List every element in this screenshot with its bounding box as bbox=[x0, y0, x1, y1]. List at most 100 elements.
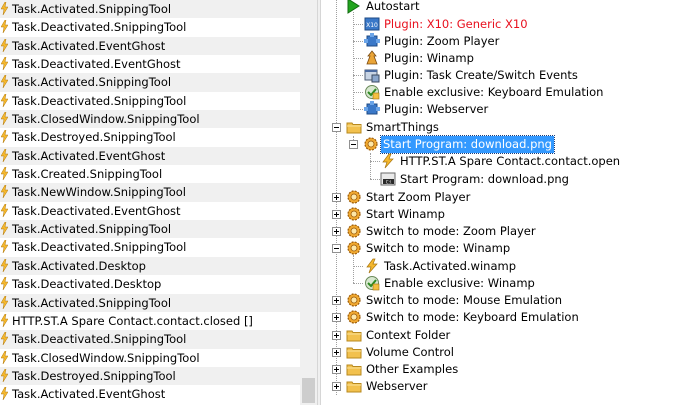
log-entry-text: Task.Deactivated.EventGhost bbox=[12, 57, 181, 72]
event-lightning-icon bbox=[1, 149, 8, 162]
log-entry-text: Task.Created.SnippingTool bbox=[12, 167, 163, 182]
collapse-toggle[interactable] bbox=[332, 123, 341, 132]
expand-toggle[interactable] bbox=[332, 313, 341, 322]
play-icon bbox=[345, 0, 361, 14]
macro-gear-icon bbox=[346, 309, 362, 325]
folder-icon bbox=[346, 378, 362, 394]
event-lightning-icon bbox=[1, 332, 8, 345]
log-entry-text: Task.Deactivated.SnippingTool bbox=[12, 20, 187, 35]
plugin-icon bbox=[364, 33, 380, 49]
log-entry-text: Task.Deactivated.Desktop bbox=[12, 277, 162, 292]
log-entry-text: Task.Destroyed.SnippingTool bbox=[12, 130, 176, 145]
log-entry[interactable]: Task.Activated.EventGhost bbox=[0, 385, 300, 404]
log-entry-text: Task.ClosedWindow.SnippingTool bbox=[12, 350, 200, 365]
log-entry-text: Task.Activated.EventGhost bbox=[12, 148, 166, 163]
folder-icon bbox=[346, 361, 362, 377]
event-lightning-icon bbox=[1, 351, 8, 364]
log-entry[interactable]: Task.NewWindow.SnippingTool bbox=[0, 183, 300, 202]
log-entry[interactable]: Task.Deactivated.SnippingTool bbox=[0, 238, 300, 257]
log-entry[interactable]: Task.Deactivated.SnippingTool bbox=[0, 18, 300, 37]
log-entry-text: Task.Deactivated.SnippingTool bbox=[12, 240, 187, 255]
log-entry[interactable]: Task.Activated.SnippingTool bbox=[0, 220, 300, 239]
log-entry[interactable]: Task.ClosedWindow.SnippingTool bbox=[0, 348, 300, 367]
log-entry[interactable]: HTTP.ST.A Spare Contact.contact.closed [… bbox=[0, 311, 300, 331]
expand-toggle[interactable] bbox=[332, 365, 341, 374]
log-entry[interactable]: Task.Destroyed.SnippingTool bbox=[0, 366, 300, 386]
log-entry[interactable]: Task.Destroyed.SnippingTool bbox=[0, 128, 300, 147]
event-lightning-icon bbox=[1, 369, 8, 382]
event-lightning-icon bbox=[1, 167, 8, 180]
event-lightning-icon bbox=[1, 39, 8, 52]
log-entry[interactable]: Task.Deactivated.SnippingTool bbox=[0, 91, 300, 111]
log-entry-text: Task.Activated.Desktop bbox=[12, 258, 146, 273]
event-lightning-icon bbox=[1, 185, 8, 198]
configuration-tree[interactable]: Autostart Plugin: X10: Generic X10 Plugi… bbox=[322, 0, 690, 405]
expand-toggle[interactable] bbox=[332, 331, 341, 340]
log-entry[interactable]: Task.Activated.EventGhost bbox=[0, 36, 300, 56]
winamp-icon bbox=[364, 50, 380, 66]
log-entry-text: Task.Activated.EventGhost bbox=[12, 38, 166, 53]
log-entry-text: Task.Activated.SnippingTool bbox=[12, 75, 172, 90]
event-lightning-icon bbox=[1, 387, 8, 400]
event-lightning-icon bbox=[364, 258, 380, 274]
expand-toggle[interactable] bbox=[332, 382, 341, 391]
event-lightning-icon bbox=[1, 222, 8, 235]
folder-icon bbox=[346, 119, 362, 135]
log-entry[interactable]: Task.Activated.EventGhost bbox=[0, 146, 300, 166]
log-entry[interactable]: Task.Deactivated.Desktop bbox=[0, 275, 300, 294]
expand-toggle[interactable] bbox=[332, 227, 341, 236]
log-entry[interactable]: Task.Activated.Desktop bbox=[0, 256, 300, 276]
event-lightning-icon bbox=[1, 259, 8, 272]
macro-gear-icon bbox=[346, 206, 362, 222]
event-log-panel[interactable]: Task.Activated.SnippingTool Task.Deactiva… bbox=[0, 0, 300, 405]
macro-gear-icon bbox=[346, 240, 362, 256]
enable-exclusive-icon bbox=[364, 275, 380, 291]
log-entry-text: Task.Activated.SnippingTool bbox=[12, 295, 172, 310]
log-entry[interactable]: Task.Created.SnippingTool bbox=[0, 165, 300, 184]
log-scrollbar[interactable] bbox=[300, 0, 317, 405]
macro-gear-icon bbox=[346, 292, 362, 308]
event-lightning-icon bbox=[1, 112, 8, 125]
event-lightning-icon bbox=[1, 20, 8, 33]
log-entry[interactable]: Task.Activated.SnippingTool bbox=[0, 293, 300, 312]
task-window-icon bbox=[364, 67, 380, 83]
event-lightning-icon bbox=[1, 240, 8, 253]
log-entry-text: Task.NewWindow.SnippingTool bbox=[12, 185, 187, 200]
log-entry[interactable]: Task.Activated.SnippingTool bbox=[0, 73, 300, 92]
event-lightning-icon bbox=[1, 130, 8, 143]
event-lightning-icon bbox=[1, 314, 8, 327]
log-entry-text: Task.Activated.SnippingTool bbox=[12, 2, 172, 16]
log-entry[interactable]: Task.ClosedWindow.SnippingTool bbox=[0, 110, 300, 129]
log-entry-text: Task.Activated.SnippingTool bbox=[12, 222, 172, 237]
event-lightning-icon bbox=[1, 204, 8, 217]
log-entry-text: Task.Activated.EventGhost bbox=[12, 387, 166, 402]
log-entry[interactable]: Task.Deactivated.EventGhost bbox=[0, 55, 300, 74]
expand-toggle[interactable] bbox=[332, 193, 341, 202]
enable-exclusive-icon bbox=[364, 84, 380, 100]
event-lightning-icon bbox=[1, 75, 8, 88]
log-entry-text: Task.Deactivated.EventGhost bbox=[12, 203, 181, 218]
event-lightning-icon bbox=[1, 2, 8, 15]
event-lightning-icon bbox=[1, 57, 8, 70]
log-entry[interactable]: Task.Deactivated.EventGhost bbox=[0, 201, 300, 221]
log-entry[interactable]: Task.Activated.SnippingTool bbox=[0, 0, 300, 19]
log-scrollbar-thumb[interactable] bbox=[302, 378, 315, 403]
macro-gear-icon bbox=[346, 189, 362, 205]
log-entry[interactable]: Task.Deactivated.SnippingTool bbox=[0, 330, 300, 349]
folder-icon bbox=[346, 344, 362, 360]
collapse-toggle[interactable] bbox=[349, 140, 358, 149]
log-entry-text: Task.Deactivated.SnippingTool bbox=[12, 332, 187, 347]
command-prompt-icon bbox=[380, 171, 396, 187]
macro-gear-icon bbox=[346, 223, 362, 239]
expand-toggle[interactable] bbox=[332, 296, 341, 305]
folder-icon bbox=[346, 327, 362, 343]
plugin-icon bbox=[364, 101, 380, 117]
event-lightning-icon bbox=[1, 277, 8, 290]
collapse-toggle[interactable] bbox=[332, 244, 341, 253]
expand-toggle[interactable] bbox=[332, 210, 341, 219]
log-entry-text: HTTP.ST.A Spare Contact.contact.closed [… bbox=[12, 313, 253, 328]
pane-splitter[interactable] bbox=[317, 0, 321, 405]
event-lightning-icon bbox=[380, 153, 396, 169]
expand-toggle[interactable] bbox=[332, 348, 341, 357]
x10-plugin-icon bbox=[364, 16, 380, 32]
